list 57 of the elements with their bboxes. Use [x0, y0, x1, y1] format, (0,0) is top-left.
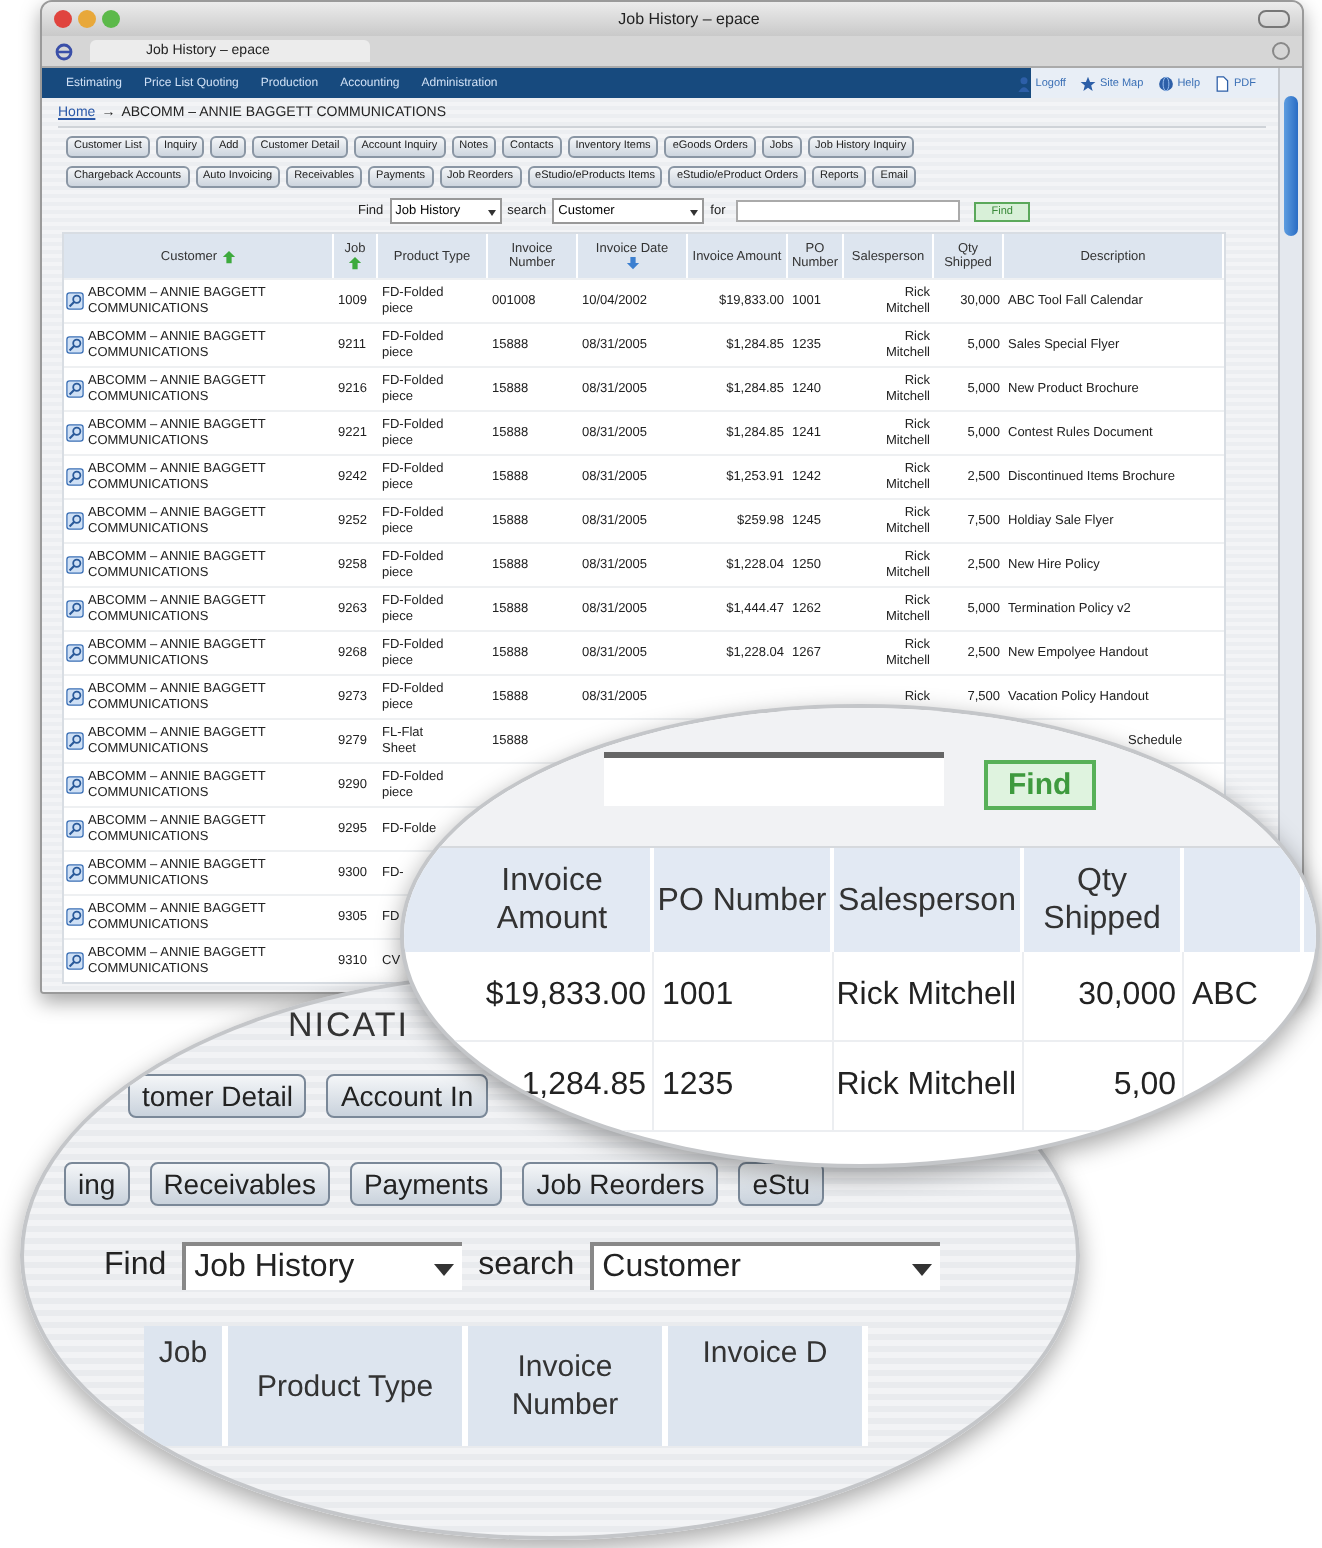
column-header[interactable]: PO Number: [654, 848, 834, 952]
magnifier-icon[interactable]: [66, 688, 84, 706]
magnifier-icon[interactable]: [66, 380, 84, 398]
table-cell: $19,833.00: [485, 976, 646, 1016]
magnifier-icon[interactable]: [66, 644, 84, 662]
table-cell: 1,284.85: [521, 1066, 646, 1106]
table-cell: Rick Mitchell: [836, 976, 1016, 1016]
magnifier-icon[interactable]: [66, 468, 84, 486]
magnifier-icon[interactable]: [66, 292, 84, 310]
search-field-select[interactable]: Customer: [590, 1242, 941, 1290]
magnifier-icon[interactable]: [66, 732, 84, 750]
table-cell: 1001: [662, 976, 734, 1016]
table-cell: Rick Mitchell: [836, 1066, 1016, 1106]
column-header[interactable]: Job: [144, 1326, 228, 1446]
star-icon[interactable]: [1079, 75, 1096, 91]
nav-button[interactable]: Payments: [349, 1162, 503, 1206]
column-header[interactable]: Invoice Amount: [454, 848, 654, 952]
nav-button[interactable]: ing: [64, 1162, 130, 1206]
document-icon[interactable]: [1214, 75, 1230, 91]
close-icon[interactable]: [54, 10, 72, 28]
table-cell: ABC: [1192, 976, 1258, 1016]
sort-down-arrow-icon[interactable]: [625, 256, 639, 270]
magnifier-icon[interactable]: [66, 952, 84, 970]
heading-fragment: NICATI: [288, 1006, 411, 1046]
nav-button[interactable]: tomer Detail: [128, 1074, 307, 1118]
column-header[interactable]: Invoice D: [668, 1326, 868, 1446]
magnifier-icon[interactable]: [66, 424, 84, 442]
globe-icon[interactable]: [1157, 75, 1174, 91]
magnifier-icon[interactable]: [66, 820, 84, 838]
column-header[interactable]: Qty Shipped: [1024, 848, 1184, 952]
window-title: Job History – epace: [616, 10, 762, 28]
nav-button[interactable]: Job Reorders: [522, 1162, 719, 1206]
nav-button[interactable]: Account In: [326, 1074, 488, 1118]
nav-button[interactable]: Receivables: [149, 1162, 330, 1206]
column-header[interactable]: Product Type: [228, 1326, 468, 1446]
search-input[interactable]: [604, 752, 944, 806]
magnifier-icon[interactable]: [66, 512, 84, 530]
search-label: search: [478, 1248, 575, 1284]
magnifier-icon[interactable]: [66, 908, 84, 926]
table-cell: 1235: [662, 1066, 734, 1106]
person-icon[interactable]: [1015, 75, 1032, 91]
search-input[interactable]: [735, 200, 960, 222]
find-label: Find: [104, 1248, 167, 1284]
nav-button[interactable]: eStu: [738, 1162, 825, 1206]
column-header[interactable]: Invoice Number: [468, 1326, 668, 1446]
magnifier-icon[interactable]: [66, 336, 84, 354]
toolbar-toggle-icon[interactable]: [1258, 10, 1290, 28]
e-logo-icon: [54, 41, 74, 61]
magnifier-icon[interactable]: [66, 600, 84, 618]
magnifier-icon[interactable]: [66, 556, 84, 574]
table-cell: 5,00: [1113, 1066, 1176, 1106]
magnifier-icon[interactable]: [66, 776, 84, 794]
magnifier-icon[interactable]: [66, 864, 84, 882]
table-cell: 30,000: [1078, 976, 1176, 1016]
column-header[interactable]: Salesperson: [834, 848, 1024, 952]
scrollbar-thumb[interactable]: [1284, 96, 1298, 236]
find-type-select[interactable]: Job History: [182, 1242, 463, 1290]
